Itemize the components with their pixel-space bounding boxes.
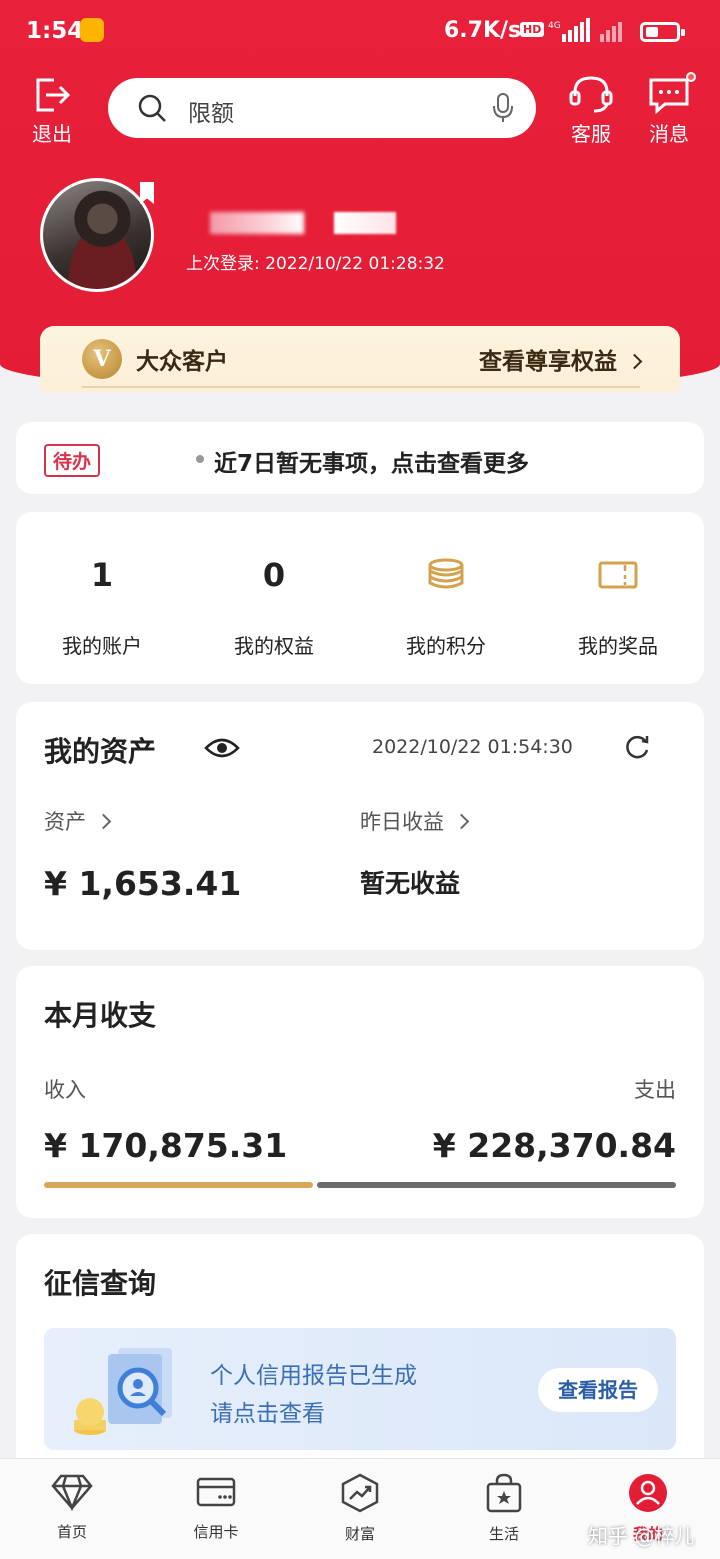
expense-value: ¥ 228,370.84 — [432, 1126, 676, 1165]
battery-icon — [640, 22, 685, 42]
prizes-label: 我的奖品 — [578, 634, 658, 658]
card-icon — [196, 1477, 236, 1507]
credit-title: 征信查询 — [44, 1267, 157, 1300]
chevron-right-icon — [95, 813, 112, 830]
quick-entries-card: 1 我的账户 0 我的权益 我的积分 我的奖品 — [16, 512, 704, 684]
microphone-icon[interactable] — [492, 92, 514, 124]
bullet-icon — [196, 455, 204, 463]
exit-button[interactable]: 退出 — [32, 76, 72, 147]
logout-icon — [36, 78, 71, 112]
chart-icon — [341, 1473, 379, 1513]
income-bar — [44, 1182, 313, 1188]
status-time: 1:54 — [26, 18, 84, 44]
masked-username-part — [334, 212, 396, 234]
eye-icon[interactable] — [204, 736, 240, 760]
vip-card[interactable]: V 大众客户 查看尊享权益 — [40, 326, 680, 392]
credit-card: 征信查询 个人信用报告已生成 请点击查看 查看报告 — [16, 1234, 704, 1474]
credit-line2: 请点击查看 — [210, 1401, 325, 1427]
user-icon — [629, 1474, 667, 1512]
service-label: 客服 — [571, 122, 611, 146]
ticket-icon — [598, 561, 638, 589]
yield-label: 昨日收益 — [360, 810, 444, 834]
credit-line1: 个人信用报告已生成 — [210, 1363, 417, 1389]
messages-button[interactable]: 消息 — [647, 76, 691, 147]
vip-benefits-link[interactable]: 查看尊享权益 — [479, 342, 643, 376]
assets-timestamp: 2022/10/22 01:54:30 — [372, 736, 573, 758]
coins-icon — [428, 558, 464, 589]
credit-report-banner[interactable]: 个人信用报告已生成 请点击查看 查看报告 — [44, 1328, 676, 1450]
expense-bar — [317, 1182, 676, 1188]
search-icon — [138, 94, 166, 122]
assets-title: 我的资产 — [44, 735, 157, 768]
credit-report-icon — [74, 1348, 172, 1435]
todo-tag: 待办 — [44, 444, 101, 477]
assets-value: ¥ 1,653.41 — [44, 864, 242, 903]
benefits-label: 我的权益 — [234, 634, 314, 658]
assets-card: 我的资产 2022/10/22 01:54:30 资产 昨日收益 ¥ 1,653… — [16, 702, 704, 950]
message-icon — [649, 78, 689, 114]
headset-icon — [569, 76, 613, 113]
vip-badge-icon: V — [82, 339, 122, 379]
yield-value: 暂无收益 — [360, 869, 461, 898]
signal-icon: 4G — [548, 18, 590, 42]
avatar[interactable] — [40, 178, 154, 292]
customer-service-button[interactable]: 客服 — [568, 74, 614, 147]
tab-wealth-label: 财富 — [344, 1525, 375, 1543]
my-accounts-entry[interactable]: 1 我的账户 — [16, 550, 188, 659]
tab-life[interactable]: 生活 — [454, 1473, 554, 1544]
assets-label: 资产 — [44, 810, 86, 834]
points-label: 我的积分 — [406, 634, 486, 658]
tab-home-label: 首页 — [56, 1523, 87, 1541]
expense-label: 支出 — [634, 1078, 676, 1102]
tab-credit-card-label: 信用卡 — [193, 1523, 239, 1541]
chevron-right-icon — [626, 353, 643, 370]
watermark: 知乎 @椊儿 — [588, 1524, 695, 1548]
unread-dot — [686, 72, 696, 82]
chevron-right-icon — [453, 813, 470, 830]
refresh-icon[interactable] — [622, 732, 652, 762]
search-bar[interactable]: 限额 — [108, 78, 536, 138]
my-points-entry[interactable]: 我的积分 — [360, 550, 532, 659]
tab-credit-card[interactable]: 信用卡 — [166, 1473, 266, 1542]
view-report-button[interactable]: 查看报告 — [538, 1368, 658, 1412]
todo-text: 近7日暂无事项，点击查看更多 — [214, 451, 530, 477]
tab-home[interactable]: 首页 — [22, 1473, 122, 1542]
assets-link[interactable]: 资产 — [44, 806, 112, 836]
app-notification-icon — [80, 18, 104, 42]
my-benefits-entry[interactable]: 0 我的权益 — [188, 550, 360, 659]
last-login-text: 上次登录: 2022/10/22 01:28:32 — [186, 254, 445, 274]
diamond-icon — [51, 1474, 93, 1511]
income-value: ¥ 170,875.31 — [44, 1126, 288, 1165]
bag-icon — [486, 1473, 522, 1513]
accounts-count: 1 — [90, 556, 114, 594]
svg-text:4G: 4G — [548, 21, 561, 31]
monthly-card[interactable]: 本月收支 收入 支出 ¥ 170,875.31 ¥ 228,370.84 — [16, 966, 704, 1218]
yesterday-yield-link[interactable]: 昨日收益 — [360, 806, 470, 836]
vip-level: 大众客户 — [136, 349, 228, 375]
masked-username — [210, 212, 304, 234]
tab-wealth[interactable]: 财富 — [310, 1473, 410, 1544]
accounts-label: 我的账户 — [62, 634, 142, 658]
tab-life-label: 生活 — [488, 1525, 519, 1543]
signal-secondary-icon — [600, 22, 622, 42]
search-input[interactable]: 限额 — [188, 94, 234, 128]
vip-benefits-label: 查看尊享权益 — [479, 349, 617, 375]
benefits-count: 0 — [262, 556, 286, 594]
network-speed: 6.7K/s — [444, 18, 522, 43]
income-expense-bar — [44, 1182, 676, 1188]
my-prizes-entry[interactable]: 我的奖品 — [532, 550, 704, 659]
hd-badge: HD — [520, 22, 545, 37]
exit-label: 退出 — [32, 122, 72, 146]
income-label: 收入 — [44, 1078, 86, 1102]
message-label: 消息 — [649, 122, 689, 146]
status-bar: 1:54 6.7K/s HD 4G — [0, 14, 720, 50]
todo-card[interactable]: 待办 近7日暂无事项，点击查看更多 — [16, 422, 704, 494]
vip-divider — [82, 386, 640, 388]
monthly-title: 本月收支 — [44, 999, 157, 1032]
